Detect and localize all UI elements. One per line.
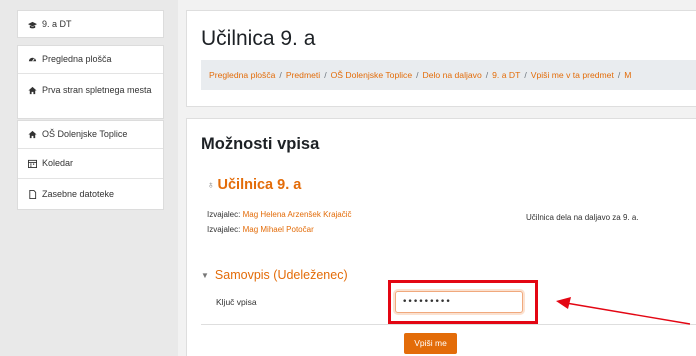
breadcrumb-separator: / (279, 70, 282, 80)
breadcrumb-item[interactable]: Delo na daljavo (423, 70, 482, 80)
teacher-role: Izvajalec: (207, 225, 241, 234)
divider (201, 324, 696, 325)
home-icon (28, 130, 37, 139)
breadcrumb-separator: / (485, 70, 489, 80)
teacher-row: Izvajalec: Mag Helena Arzenšek Krajačič (207, 210, 352, 219)
highlight-box (388, 280, 538, 324)
course-icon: ♁ (207, 179, 215, 191)
breadcrumb-separator: / (416, 70, 419, 80)
breadcrumb: Pregledna plošča / Predmeti / OŠ Dolenjske T… (201, 60, 696, 90)
enrol-me-button[interactable]: Vpiši me (404, 333, 457, 354)
sidebar-item-label: Pregledna plošča (42, 54, 112, 64)
course-name-link[interactable]: ♁ Učilnica 9. a (207, 177, 301, 193)
dashboard-icon (28, 55, 37, 64)
nav-block-extra: OŠ Dolenjske Toplice Koledar Zasebne dat… (17, 120, 164, 210)
page-title: Učilnica 9. a (201, 27, 316, 50)
sidebar-item-dashboard[interactable]: Pregledna plošča (18, 46, 163, 74)
teacher-role: Izvajalec: (207, 210, 241, 219)
sidebar-item-label: OŠ Dolenjske Toplice (42, 129, 128, 139)
file-icon (28, 189, 37, 199)
self-enrol-title: Samovpis (Udeleženec) (214, 268, 348, 282)
section-title: Možnosti vpisa (201, 135, 320, 153)
sidebar-item-site-home[interactable]: Prva stran spletnega mesta (18, 74, 163, 118)
course-summary: Učilnica dela na daljavo za 9. a. (526, 213, 639, 222)
breadcrumb-item[interactable]: Predmeti (286, 70, 320, 80)
enrolment-key-label: Ključ vpisa (216, 297, 257, 307)
course-name-text: Učilnica 9. a (217, 177, 302, 193)
sidebar-item-calendar[interactable]: Koledar (18, 149, 163, 179)
breadcrumb-item[interactable]: Pregledna plošča (209, 70, 275, 80)
sidebar-item-label: Zasebne datoteke (42, 188, 115, 199)
breadcrumb-item[interactable]: Vpiši me v ta predmet (531, 70, 614, 80)
nav-block-main: Pregledna plošča Prva stran spletnega me… (17, 45, 164, 119)
home-icon (28, 86, 37, 95)
breadcrumb-item[interactable]: 9. a DT (492, 70, 520, 80)
breadcrumb-separator: / (524, 70, 527, 80)
breadcrumb-item[interactable]: OŠ Dolenjske Toplice (331, 70, 413, 80)
teacher-link[interactable]: Mag Mihael Potočar (243, 225, 314, 234)
graduation-cap-icon (28, 21, 37, 30)
teacher-link[interactable]: Mag Helena Arzenšek Krajačič (243, 210, 352, 219)
sidebar-item-label: Prva stran spletnega mesta (42, 85, 152, 95)
sidebar: 9. a DT Pregledna plošča Prva stran sple… (0, 0, 178, 356)
self-enrol-heading[interactable]: ▼ Samovpis (Udeleženec) (201, 268, 348, 282)
sidebar-item-private-files[interactable]: Zasebne datoteke (18, 179, 163, 209)
breadcrumb-separator: / (617, 70, 621, 80)
breadcrumb-separator: / (324, 70, 327, 80)
sidebar-item-school[interactable]: OŠ Dolenjske Toplice (18, 121, 163, 149)
teacher-row: Izvajalec: Mag Mihael Potočar (207, 225, 314, 234)
sidebar-item-course[interactable]: 9. a DT (18, 11, 163, 37)
chevron-down-icon: ▼ (201, 270, 209, 280)
page-header: Učilnica 9. a Pregledna plošča / Predmeti /… (186, 10, 696, 107)
sidebar-item-label: Koledar (42, 158, 74, 168)
calendar-icon (28, 159, 37, 168)
sidebar-item-label: 9. a DT (42, 18, 72, 29)
nav-block-course: 9. a DT (17, 10, 164, 38)
breadcrumb-item[interactable]: M (624, 70, 631, 80)
